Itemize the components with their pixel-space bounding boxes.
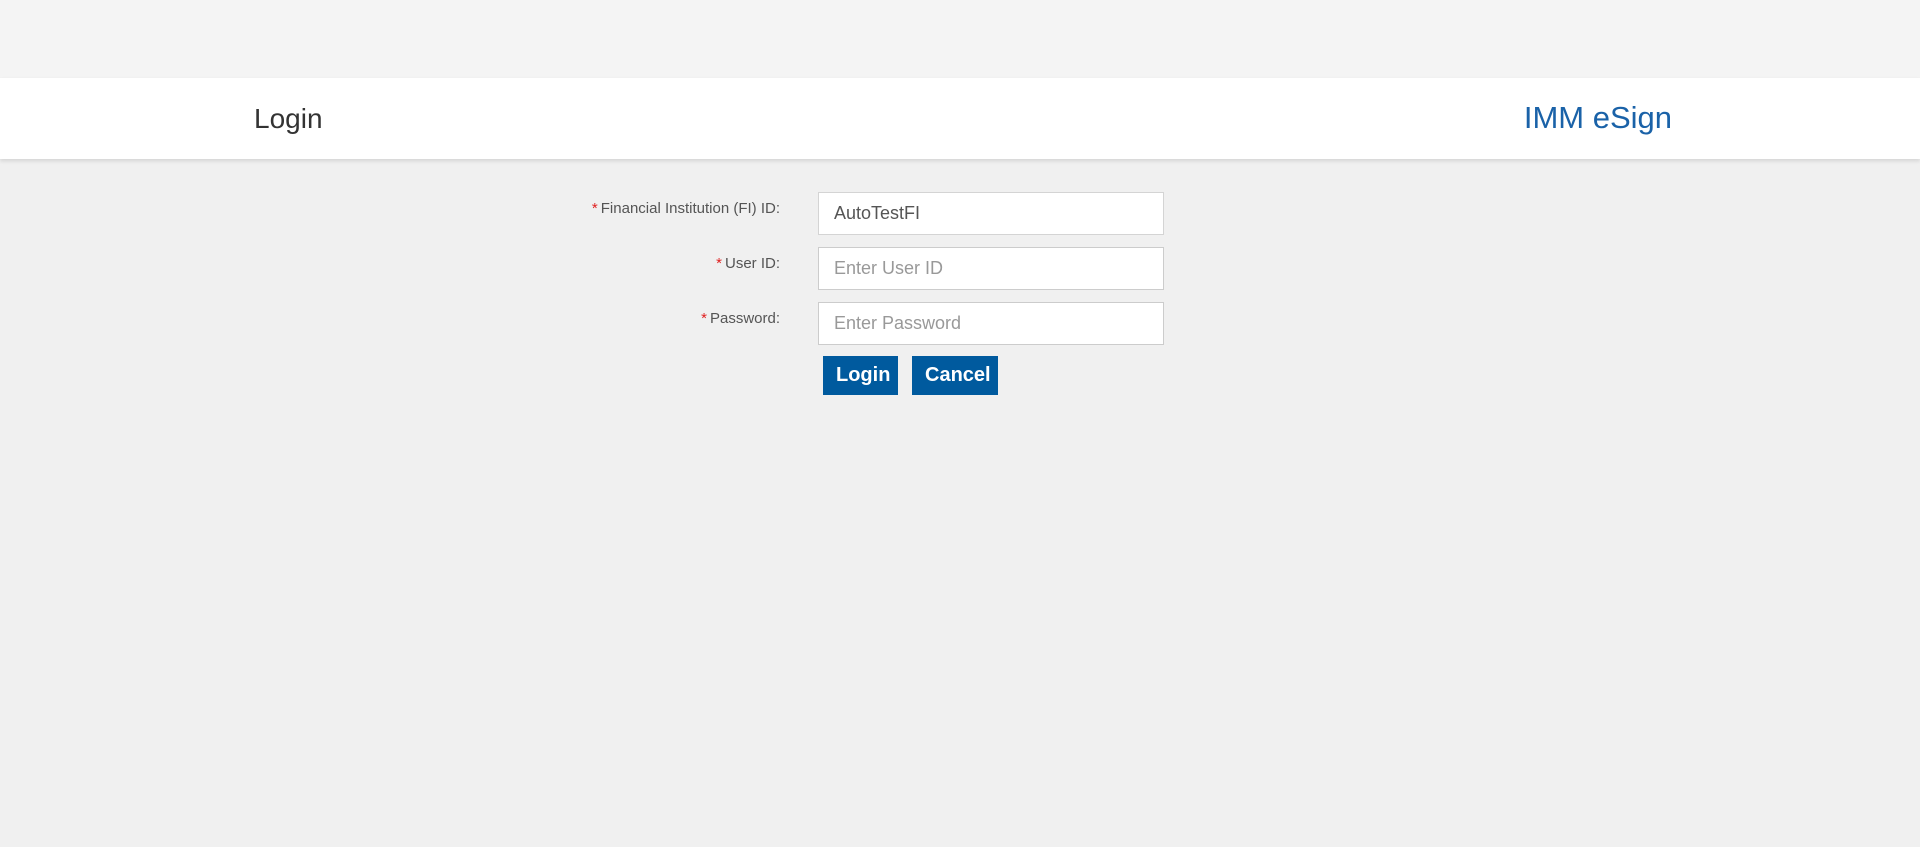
fi-id-row: * Financial Institution (FI) ID: (0, 192, 1920, 235)
required-marker: * (701, 310, 707, 327)
required-marker: * (716, 255, 722, 272)
password-input[interactable] (818, 302, 1164, 345)
login-button[interactable]: Login (823, 356, 898, 395)
fi-id-label: * Financial Institution (FI) ID: (592, 200, 780, 217)
brand-title: IMM eSign (1523, 100, 1672, 135)
fi-id-input[interactable] (818, 192, 1164, 235)
password-row: * Password: (0, 302, 1920, 345)
user-id-label: * User ID: (716, 255, 780, 272)
password-label: * Password: (701, 310, 780, 327)
user-id-label-text: User ID: (724, 255, 780, 272)
password-label-text: Password: (709, 310, 780, 327)
user-id-row: * User ID: (0, 247, 1920, 290)
cancel-button[interactable]: Cancel (912, 356, 998, 395)
fi-id-label-text: Financial Institution (FI) ID: (600, 200, 780, 217)
user-id-input[interactable] (818, 247, 1164, 290)
required-marker: * (591, 200, 598, 217)
page-title: Login (254, 103, 323, 134)
top-band (0, 0, 1920, 78)
